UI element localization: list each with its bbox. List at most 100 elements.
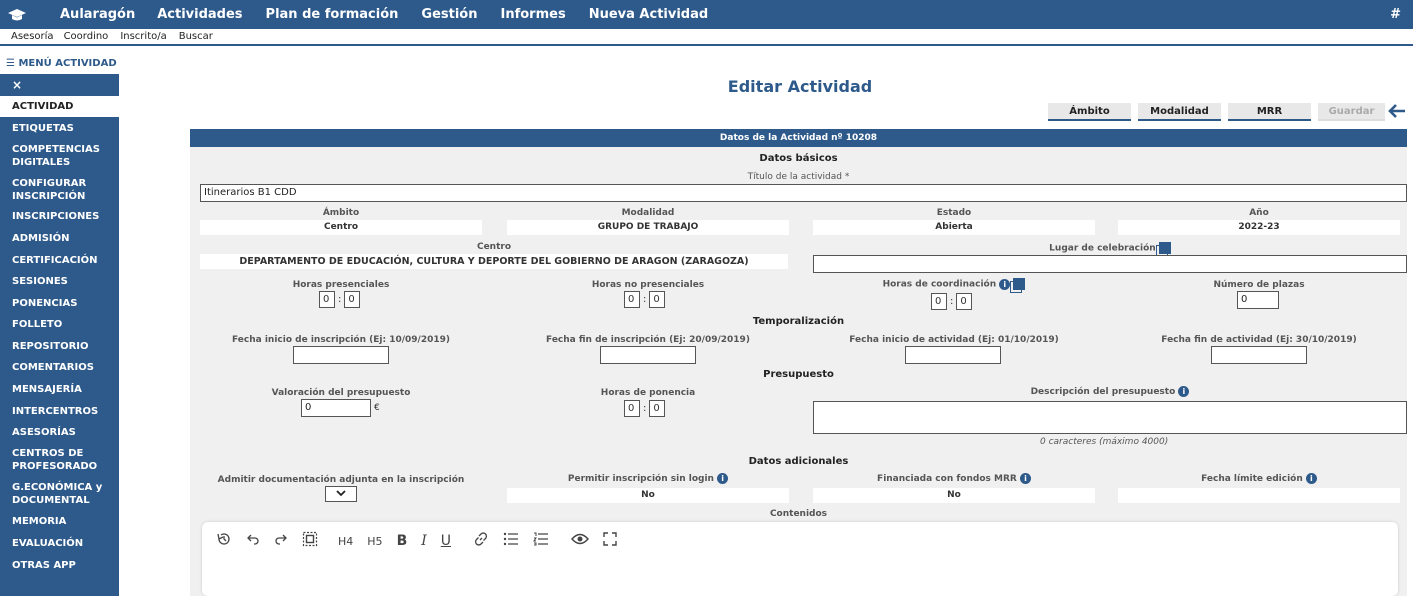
sidebar-item-actividad[interactable]: ACTIVIDAD (0, 96, 119, 117)
horas-no-presenciales-input[interactable]: 0:0 (624, 291, 666, 308)
back-arrow-icon[interactable] (1388, 100, 1406, 124)
sidebar-item-memoria[interactable]: MEMORIA (0, 511, 119, 532)
submenu-buscar[interactable]: Buscar (179, 31, 213, 42)
info-icon[interactable]: i (999, 278, 1011, 290)
hours-field[interactable]: 0 (624, 400, 640, 417)
ambito-button[interactable]: Ámbito (1048, 103, 1131, 121)
minutes-field[interactable]: 0 (344, 291, 361, 308)
nav-nueva-actividad[interactable]: Nueva Actividad (589, 7, 708, 22)
submenu-inscrito[interactable]: Inscrito/a (120, 31, 166, 42)
undo-icon[interactable] (246, 532, 260, 550)
modalidad-button[interactable]: Modalidad (1138, 103, 1221, 121)
horas-ponencia-input[interactable]: 0:0 (624, 400, 666, 417)
hours-field[interactable]: 0 (624, 291, 640, 308)
fullscreen-icon[interactable] (603, 532, 617, 550)
admitir-select[interactable] (325, 486, 357, 502)
nav-gestion[interactable]: Gestión (421, 7, 477, 22)
sidebar-item-configurar[interactable]: CONFIGURAR INSCRIPCIÓN (0, 173, 119, 206)
nav-actividades[interactable]: Actividades (157, 7, 242, 22)
submenu-coordino[interactable]: Coordino (64, 31, 109, 42)
sidebar-item-inscripciones[interactable]: INSCRIPCIONES (0, 206, 119, 227)
euro-symbol: € (374, 403, 380, 413)
centro-value: DEPARTAMENTO DE EDUCACIÓN, CULTURA Y DEP… (200, 254, 788, 269)
sidebar: × ACTIVIDAD ETIQUETAS COMPETENCIAS DIGIT… (0, 74, 119, 596)
sidebar-item-sesiones[interactable]: SESIONES (0, 271, 119, 292)
info-icon[interactable]: i (1305, 473, 1317, 484)
underline-button[interactable]: U (441, 533, 451, 549)
valoracion-input[interactable]: 0 (301, 399, 371, 417)
sidebar-item-mensajeria[interactable]: MENSAJERÍA (0, 378, 119, 400)
colon: : (338, 294, 342, 305)
heading-h4-button[interactable]: H4 (338, 535, 353, 548)
copy-icon[interactable] (1158, 242, 1171, 254)
hash-link[interactable]: # (1390, 7, 1401, 22)
copy-icon[interactable] (1013, 278, 1026, 290)
select-all-icon[interactable] (302, 531, 318, 551)
sidebar-item-geconomica[interactable]: G.ECONÓMICA y DOCUMENTAL (0, 477, 119, 511)
menu-actividad-toggle[interactable]: ☰ MENÚ ACTIVIDAD (6, 58, 117, 69)
info-icon[interactable]: i (1178, 386, 1190, 397)
hours-field[interactable]: 0 (319, 291, 335, 308)
sidebar-item-comentarios[interactable]: COMENTARIOS (0, 357, 119, 378)
link-icon[interactable] (473, 531, 489, 551)
sidebar-item-folleto[interactable]: FOLLETO (0, 314, 119, 335)
plazas-input[interactable]: 0 (1237, 291, 1279, 309)
sidebar-item-otras-app[interactable]: OTRAS APP (0, 554, 119, 576)
hours-field[interactable]: 0 (931, 293, 947, 310)
valoracion-label: Valoración del presupuesto (271, 388, 411, 398)
nav-informes[interactable]: Informes (501, 7, 566, 22)
heading-h5-button[interactable]: H5 (367, 535, 382, 548)
bullet-list-icon[interactable] (503, 532, 519, 550)
lugar-input[interactable] (813, 255, 1407, 273)
sidebar-item-admision[interactable]: ADMISIÓN (0, 227, 119, 249)
editor-toolbar: H4 H5 B I U (216, 531, 631, 551)
sidebar-item-competencias[interactable]: COMPETENCIAS DIGITALES (0, 139, 119, 173)
redo-icon[interactable] (274, 532, 288, 550)
sidebar-item-asesorias[interactable]: ASESORÍAS (0, 422, 119, 443)
colon: : (643, 403, 647, 414)
info-icon[interactable]: i (1019, 473, 1031, 484)
sidebar-item-evaluacion[interactable]: EVALUACIÓN (0, 532, 119, 554)
guardar-button[interactable]: Guardar (1318, 103, 1385, 121)
content-editor[interactable]: H4 H5 B I U (202, 522, 1398, 596)
ambito-label: Ámbito (322, 208, 360, 218)
italic-button[interactable]: I (421, 533, 427, 549)
char-counter: 0 caracteres (máximo 4000) (1040, 437, 1169, 447)
financiada-label-wrap: Financiada con fondos MRR i (813, 473, 1095, 484)
sidebar-item-intercentros[interactable]: INTERCENTROS (0, 400, 119, 422)
preview-icon[interactable] (571, 532, 589, 550)
sidebar-item-ponencias[interactable]: PONENCIAS (0, 292, 119, 314)
sidebar-item-repositorio[interactable]: REPOSITORIO (0, 335, 119, 357)
mrr-button[interactable]: MRR (1228, 103, 1311, 121)
minutes-field[interactable]: 0 (956, 293, 973, 310)
modalidad-value: GRUPO DE TRABAJO (507, 220, 789, 235)
sidebar-item-certificacion[interactable]: CERTIFICACIÓN (0, 249, 119, 271)
minutes-field[interactable]: 0 (649, 291, 666, 308)
horas-presenciales-input[interactable]: 0:0 (319, 291, 361, 308)
fecha-inicio-inscripcion-input[interactable] (293, 346, 389, 364)
horas-presenciales-label: Horas presenciales (292, 280, 390, 290)
chevron-down-icon (336, 490, 346, 497)
graduation-cap-icon[interactable] (0, 8, 34, 22)
minutes-field[interactable]: 0 (649, 400, 666, 417)
bold-button[interactable]: B (397, 533, 408, 549)
numbered-list-icon[interactable] (533, 532, 549, 550)
fecha-inicio-actividad-input[interactable] (905, 346, 1001, 364)
history-icon[interactable] (216, 531, 232, 551)
desc-presupuesto-textarea[interactable] (813, 401, 1407, 434)
nav-plan-formacion[interactable]: Plan de formación (266, 7, 399, 22)
section-temporalizacion: Temporalización (752, 316, 845, 327)
sidebar-item-centros-profesorado[interactable]: CENTROS DE PROFESORADO (0, 443, 119, 477)
info-icon[interactable]: i (717, 473, 729, 484)
admitir-label: Admitir documentación adjunta en la insc… (217, 475, 465, 485)
fecha-fin-actividad-input[interactable] (1211, 346, 1307, 364)
fecha-fin-inscripcion-input[interactable] (600, 346, 696, 364)
sidebar-item-etiquetas[interactable]: ETIQUETAS (0, 117, 119, 139)
brand-link[interactable]: Aularagón (60, 7, 135, 22)
permitir-value: No (507, 488, 789, 503)
submenu-asesoria[interactable]: Asesoría (11, 31, 54, 42)
close-icon[interactable]: × (0, 74, 119, 96)
top-navbar: Aularagón Actividades Plan de formación … (0, 0, 1413, 29)
titulo-input[interactable]: Itinerarios B1 CDD (200, 184, 1407, 202)
horas-coordinacion-input[interactable]: 0:0 (931, 293, 973, 310)
